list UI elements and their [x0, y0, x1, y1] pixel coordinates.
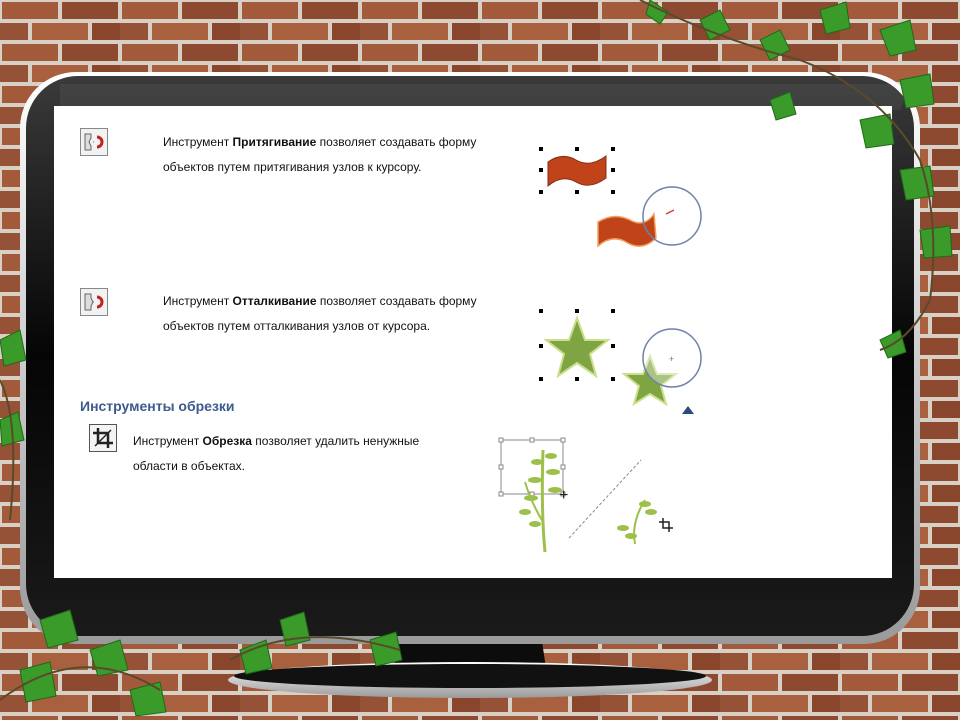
repel-tool-name: Отталкивание [232, 294, 317, 308]
section-title: Инструменты обрезки [80, 398, 235, 414]
crop-tool-icon [89, 424, 117, 452]
crop-pre: Инструмент [133, 434, 203, 448]
attract-illustration [539, 147, 702, 248]
repel-description: Инструмент Отталкивание позволяет создав… [163, 289, 477, 339]
crop-post: позволяет удалить ненужные [251, 434, 420, 448]
attract-tool-name: Притягивание [232, 135, 317, 149]
repel-pre: Инструмент [163, 294, 233, 308]
crop-tool-name: Обрезка [202, 434, 252, 448]
svg-text:+: + [669, 354, 674, 364]
attract-line2: объектов путем притягивания узлов к курс… [163, 160, 422, 174]
repel-line2: объектов путем отталкивания узлов от кур… [163, 319, 431, 333]
repel-tool-icon [80, 288, 108, 316]
repel-post: позволяет создавать форму [316, 294, 477, 308]
attract-post: позволяет создавать форму [316, 135, 477, 149]
crop-description: Инструмент Обрезка позволяет удалить нен… [133, 429, 419, 479]
crop-line2: области в объектах. [133, 459, 246, 473]
repel-illustration: + [539, 309, 702, 414]
svg-text:+: + [559, 487, 568, 504]
attract-tool-icon [80, 128, 108, 156]
attract-pre: Инструмент [163, 135, 233, 149]
attract-description: Инструмент Притягивание позволяет создав… [163, 130, 476, 180]
crop-illustration: + [498, 437, 673, 553]
